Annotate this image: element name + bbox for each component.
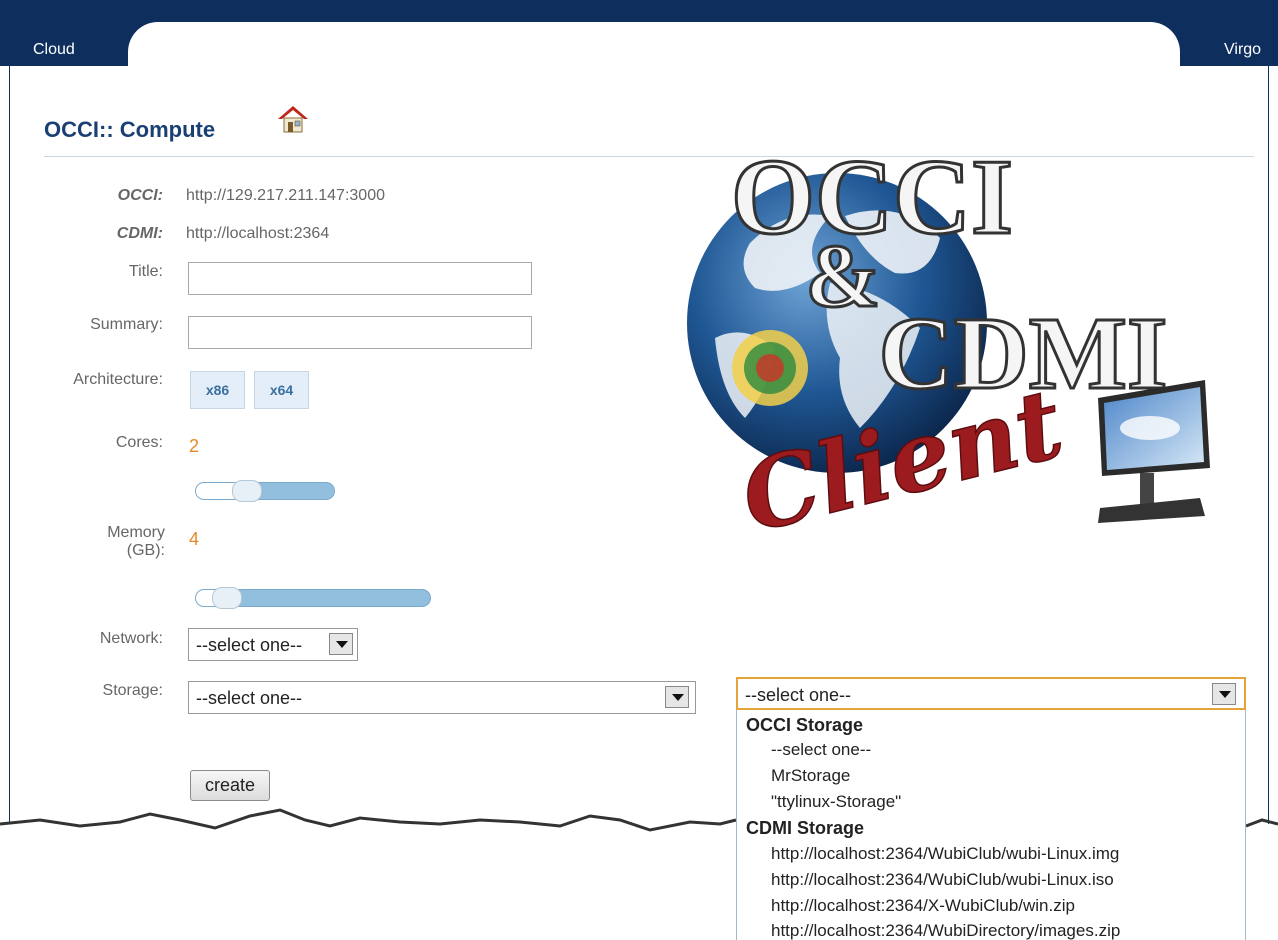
dropdown-option[interactable]: "ttylinux-Storage" — [771, 792, 901, 812]
title-label: Title: — [128, 263, 163, 280]
cores-slider[interactable] — [195, 480, 335, 502]
architecture-label: Architecture: — [73, 371, 163, 388]
memory-label-line2: (GB): — [126, 542, 165, 559]
page-title: OCCI:: Compute — [44, 117, 216, 142]
cdmi-endpoint-label: CDMI: — [116, 225, 163, 242]
title-input[interactable] — [188, 262, 532, 295]
create-button[interactable]: create — [190, 770, 270, 801]
dropdown-group-occi: OCCI Storage — [746, 715, 864, 735]
page-border-left — [9, 64, 10, 824]
memory-slider-handle[interactable] — [212, 587, 242, 609]
dropdown-option[interactable]: http://localhost:2364/X-WubiClub/win.zip — [771, 896, 1075, 916]
dropdown-option[interactable]: http://localhost:2364/WubiClub/wubi-Linu… — [771, 870, 1114, 890]
memory-label-line1: Memory — [107, 524, 165, 541]
memory-value: 4 — [189, 529, 200, 549]
top-nav-bar — [0, 0, 1278, 68]
storage-select[interactable]: --select one-- — [188, 681, 696, 714]
occi-endpoint-value: http://129.217.211.147:3000 — [186, 187, 385, 204]
chevron-down-icon[interactable] — [1212, 683, 1236, 705]
nav-tab-virgo[interactable]: Virgo — [1224, 41, 1261, 59]
storage-select-value: --select one-- — [196, 688, 303, 708]
summary-label: Summary: — [90, 316, 163, 333]
cores-slider-handle[interactable] — [232, 480, 262, 502]
cdmi-endpoint-value: http://localhost:2364 — [186, 225, 330, 242]
storage-secondary-select-value: --select one-- — [745, 685, 852, 705]
active-tab-area — [128, 22, 1180, 68]
storage-label: Storage: — [102, 682, 163, 699]
network-select-value: --select one-- — [196, 635, 303, 655]
dropdown-group-cdmi: CDMI Storage — [746, 818, 865, 838]
dropdown-option[interactable]: --select one-- — [771, 740, 871, 760]
nav-tab-cloud[interactable]: Cloud — [33, 41, 75, 59]
logo-ampersand: & — [806, 227, 881, 326]
memory-slider[interactable] — [195, 587, 431, 609]
cores-value: 2 — [189, 436, 200, 456]
memory-label: Memory (GB): — [40, 524, 165, 560]
storage-dropdown-list: OCCI Storage --select one-- MrStorage "t… — [736, 710, 1246, 940]
architecture-x86-button[interactable]: x86 — [190, 371, 245, 409]
network-label: Network: — [99, 630, 163, 647]
dropdown-option[interactable]: MrStorage — [771, 766, 850, 786]
storage-secondary-select[interactable]: --select one-- — [736, 677, 1246, 710]
dropdown-option[interactable]: http://localhost:2364/WubiClub/wubi-Linu… — [771, 844, 1119, 864]
monitor-icon — [1098, 380, 1210, 523]
cores-label: Cores: — [115, 434, 163, 451]
network-select[interactable]: --select one-- — [188, 628, 358, 661]
chevron-down-icon[interactable] — [329, 633, 353, 655]
occi-endpoint-label: OCCI: — [117, 187, 163, 204]
architecture-x64-button[interactable]: x64 — [254, 371, 309, 409]
summary-input[interactable] — [188, 316, 532, 349]
occi-cdmi-client-logo: OCCI & CDMI Client — [687, 137, 1210, 538]
dropdown-option[interactable]: http://localhost:2364/WubiDirectory/imag… — [771, 921, 1120, 940]
home-icon[interactable] — [276, 104, 310, 134]
chevron-down-icon[interactable] — [665, 686, 689, 708]
